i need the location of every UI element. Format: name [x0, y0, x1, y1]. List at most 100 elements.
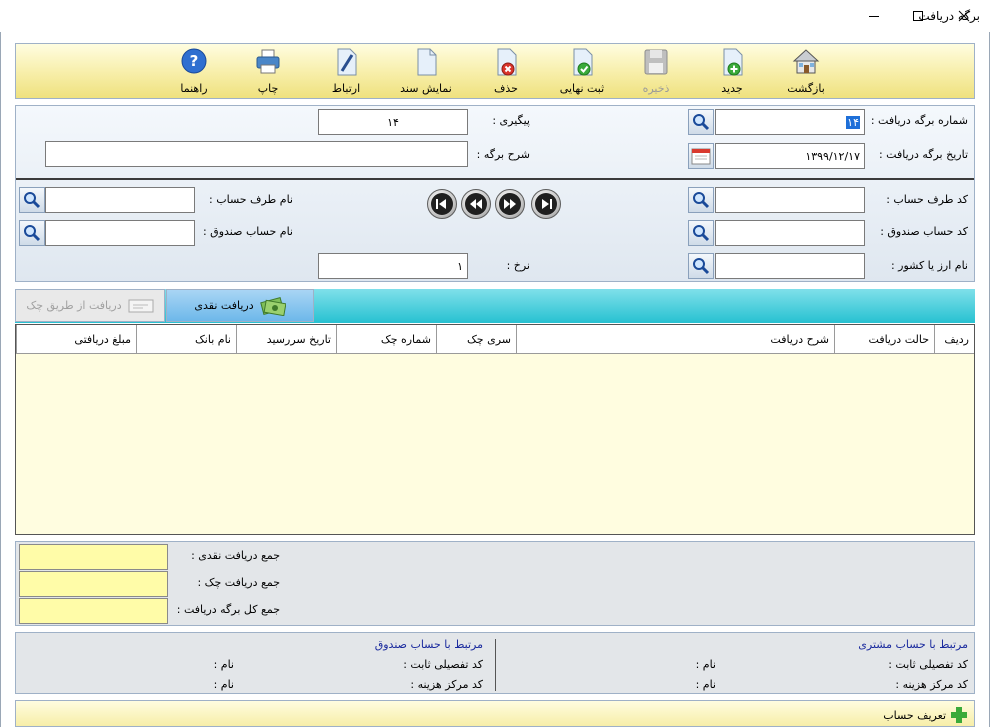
receipt-number-search-button[interactable] [688, 109, 714, 135]
new-button[interactable]: جدید [700, 47, 764, 97]
receipt-date-label: تاریخ برگه دریافت : [878, 148, 968, 161]
bottom-bar: تعریف حساب [15, 700, 975, 727]
currency-search-button[interactable] [688, 253, 714, 279]
next-record-button[interactable] [495, 189, 525, 219]
cheque-total-label: جمع دریافت چک : [197, 576, 280, 589]
print-button[interactable]: چاپ [236, 47, 300, 97]
column-header-receipt-description[interactable]: شرح دریافت [516, 325, 834, 354]
tab-cheque-label: دریافت از طریق چک [26, 299, 122, 312]
cashbox-fixed-detail-label: کد تفصیلی ثابت : [403, 658, 483, 671]
party-code-input[interactable] [715, 187, 865, 213]
first-record-button[interactable] [427, 189, 457, 219]
last-record-button[interactable] [531, 189, 561, 219]
description-input[interactable] [45, 141, 468, 167]
help-button[interactable]: ? راهنما [162, 47, 226, 97]
cheque-icon [128, 299, 154, 312]
maximize-button[interactable] [895, 0, 941, 32]
party-code-search-button[interactable] [688, 187, 714, 213]
grid-header: ردیف حالت دریافت شرح دریافت سری چک شماره… [16, 325, 974, 354]
cashbox-name-search-button[interactable] [19, 220, 45, 246]
receipt-date-input[interactable]: ۱۳۹۹/۱۲/۱۷ [715, 143, 865, 169]
tracking-value: ۱۴ [387, 115, 399, 129]
currency-input[interactable] [715, 253, 865, 279]
save-disk-icon [644, 49, 668, 75]
back-button[interactable]: بازگشت [774, 47, 838, 97]
next-icon [504, 199, 516, 209]
tab-cash-receipt[interactable]: دریافت نقدی [166, 289, 314, 322]
tracking-input[interactable]: ۱۴ [318, 109, 468, 135]
column-header-bank-name[interactable]: نام بانک [136, 325, 236, 354]
cashbox-account-title: مرتبط با حساب صندوق [374, 638, 483, 651]
save-label: ذخیره [642, 82, 670, 95]
cashbox-name-label-2: نام : [213, 678, 234, 691]
column-header-amount[interactable]: مبلغ دریافتی [16, 325, 136, 354]
minimize-button[interactable] [851, 0, 897, 32]
column-header-receipt-mode[interactable]: حالت دریافت [834, 325, 934, 354]
customer-cost-center-label: کد مرکز هزینه : [895, 678, 968, 691]
approve-document-icon [573, 48, 593, 76]
previous-record-button[interactable] [461, 189, 491, 219]
print-label: چاپ [257, 82, 279, 95]
delete-button[interactable]: حذف [474, 47, 538, 97]
first-icon [436, 199, 446, 209]
save-button[interactable]: ذخیره [624, 47, 688, 97]
search-icon [693, 192, 710, 209]
column-header-row[interactable]: ردیف [934, 325, 974, 354]
currency-label: نام ارز یا کشور : [890, 259, 968, 272]
header-divider [16, 178, 974, 180]
rate-value: ۱ [457, 259, 463, 273]
party-name-search-button[interactable] [19, 187, 45, 213]
cashbox-name-label-1: نام : [213, 658, 234, 671]
grand-total-label: جمع کل برگه دریافت : [176, 603, 280, 616]
party-name-input[interactable] [45, 187, 195, 213]
delete-label: حذف [494, 82, 518, 95]
last-icon [542, 199, 552, 209]
party-name-label: نام طرف حساب : [209, 193, 293, 206]
description-label: شرح برگه : [476, 148, 530, 161]
search-icon [24, 192, 41, 209]
cashbox-name-label: نام حساب صندوق : [202, 225, 293, 238]
close-button[interactable] [941, 0, 987, 32]
column-header-cheque-series[interactable]: سری چک [436, 325, 516, 354]
minimize-icon [869, 16, 879, 17]
receipt-number-input[interactable]: ۱۴ [715, 109, 865, 135]
cheque-total-box [19, 571, 168, 597]
cash-total-box [19, 544, 168, 570]
receipt-number-value: ۱۴ [846, 115, 860, 129]
finalize-label: ثبت نهایی [559, 82, 605, 95]
toolbar: بازگشت جدید ذخیره ثبت نهایی حذف نمایش سن… [15, 43, 975, 99]
show-document-button[interactable]: نمایش سند [394, 47, 458, 97]
previous-icon [470, 199, 482, 209]
cashbox-cost-center-label: کد مرکز هزینه : [410, 678, 483, 691]
date-picker-button[interactable] [688, 143, 714, 169]
customer-fixed-detail-label: کد تفصیلی ثابت : [888, 658, 968, 671]
define-account-label: تعریف حساب [883, 708, 946, 722]
totals-panel: جمع دریافت نقدی : جمع دریافت چک : جمع کل… [15, 541, 975, 626]
tab-cheque-receipt[interactable]: دریافت از طریق چک [15, 289, 165, 322]
cashbox-name-input[interactable] [45, 220, 195, 246]
maximize-icon [913, 11, 923, 21]
receipt-items-grid[interactable]: ردیف حالت دریافت شرح دریافت سری چک شماره… [15, 324, 975, 535]
finalize-button[interactable]: ثبت نهایی [550, 47, 614, 97]
rate-label: نرخ : [506, 259, 530, 272]
cashbox-code-input[interactable] [715, 220, 865, 246]
tracking-label: پیگیری : [492, 114, 530, 127]
plus-icon [951, 707, 967, 723]
cash-total-label: جمع دریافت نقدی : [191, 549, 280, 562]
link-button[interactable]: ارتباط [314, 47, 378, 97]
column-header-due-date[interactable]: تاریخ سررسید [236, 325, 336, 354]
tab-strip: دریافت از طریق چک دریافت نقدی [15, 289, 975, 323]
new-label: جدید [721, 82, 743, 95]
define-account-button[interactable]: تعریف حساب [883, 706, 968, 724]
customer-account-title: مرتبط با حساب مشتری [858, 638, 968, 651]
help-icon: ? [181, 48, 207, 74]
home-icon [792, 49, 820, 74]
grand-total-box [19, 598, 168, 624]
title-bar: برگه دریافت [0, 0, 990, 32]
rate-input[interactable]: ۱ [318, 253, 468, 279]
cash-money-icon [259, 296, 286, 316]
cashbox-code-search-button[interactable] [688, 220, 714, 246]
close-icon [958, 10, 970, 22]
column-header-cheque-number[interactable]: شماره چک [336, 325, 436, 354]
receipt-number-label: شماره برگه دریافت : [870, 114, 968, 127]
